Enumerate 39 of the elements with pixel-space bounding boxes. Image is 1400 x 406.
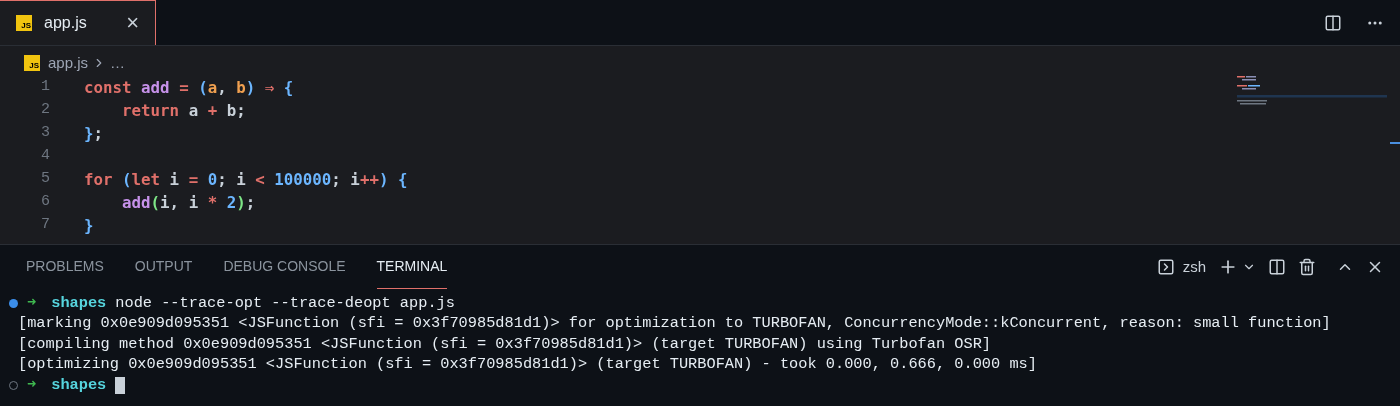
code-line: }; — [84, 122, 104, 145]
terminal-output-line: [compiling method 0x0e909d095351 <JSFunction (sfi = 0x3f70985d81d1)> (target TURBOFAN) using Turbofan OSR] — [18, 333, 992, 355]
code-line: for (let i = 0; i < 100000; i++) { — [84, 168, 408, 191]
split-terminal-icon[interactable] — [1268, 258, 1286, 276]
prompt-arrow: ➜ — [27, 374, 37, 396]
scrollbar-marker — [1390, 142, 1400, 144]
terminal-name[interactable]: zsh — [1182, 255, 1206, 279]
split-editor-icon[interactable] — [1324, 13, 1342, 32]
code-line: const add = (a, b) ⇒ { — [84, 76, 294, 99]
line-number: 4 — [40, 146, 51, 167]
line-number: 7 — [40, 215, 51, 236]
terminal-command: node --trace-opt --trace-deopt app.js — [115, 292, 455, 314]
breadcrumb-file[interactable]: app.js — [48, 51, 89, 75]
panel-tab[interactable]: OUTPUT — [134, 245, 193, 289]
breadcrumb-more[interactable]: … — [110, 51, 126, 75]
file-type-icon: JS — [16, 15, 32, 31]
panel-tab[interactable]: DEBUG CONSOLE — [223, 245, 346, 289]
tab-label: app.js — [44, 13, 88, 33]
line-number: 6 — [40, 192, 51, 213]
line-number: 3 — [40, 123, 51, 144]
terminal-icon — [1156, 258, 1175, 276]
prompt-directory: shapes — [51, 374, 107, 396]
code-line: return a + b; — [121, 99, 246, 122]
close-button[interactable]: × — [126, 12, 139, 34]
panel-tab[interactable]: PROBLEMS — [26, 245, 104, 289]
line-number: 1 — [40, 77, 51, 98]
panel-tab[interactable]: TERMINAL — [376, 245, 448, 289]
line-number: 5 — [40, 169, 51, 190]
code-line: } — [84, 214, 94, 237]
editor-tab[interactable]: JS app.js × — [0, 0, 156, 45]
line-number: 2 — [40, 100, 51, 121]
prompt-directory: shapes — [51, 292, 107, 314]
terminal-cursor — [115, 376, 126, 394]
code-line: add(i, i * 2); — [121, 191, 256, 214]
terminal-output-line: [marking 0x0e909d095351 <JSFunction (sfi = 0x3f70985d81d1)> for optimization to TURBOFAN, ConcurrencyMode::kConcurrent, reason: small function] — [18, 313, 1331, 335]
file-type-icon: JS — [24, 55, 40, 71]
terminal-output-line: [optimizing 0x0e909d095351 <JSFunction (sfi = 0x3f70985d81d1)> (target TURBOFAN) - took 0.000, 0.666, 0.000 ms] — [18, 354, 1037, 376]
trash-icon[interactable] — [1298, 258, 1316, 276]
prompt-arrow: ➜ — [27, 292, 37, 314]
